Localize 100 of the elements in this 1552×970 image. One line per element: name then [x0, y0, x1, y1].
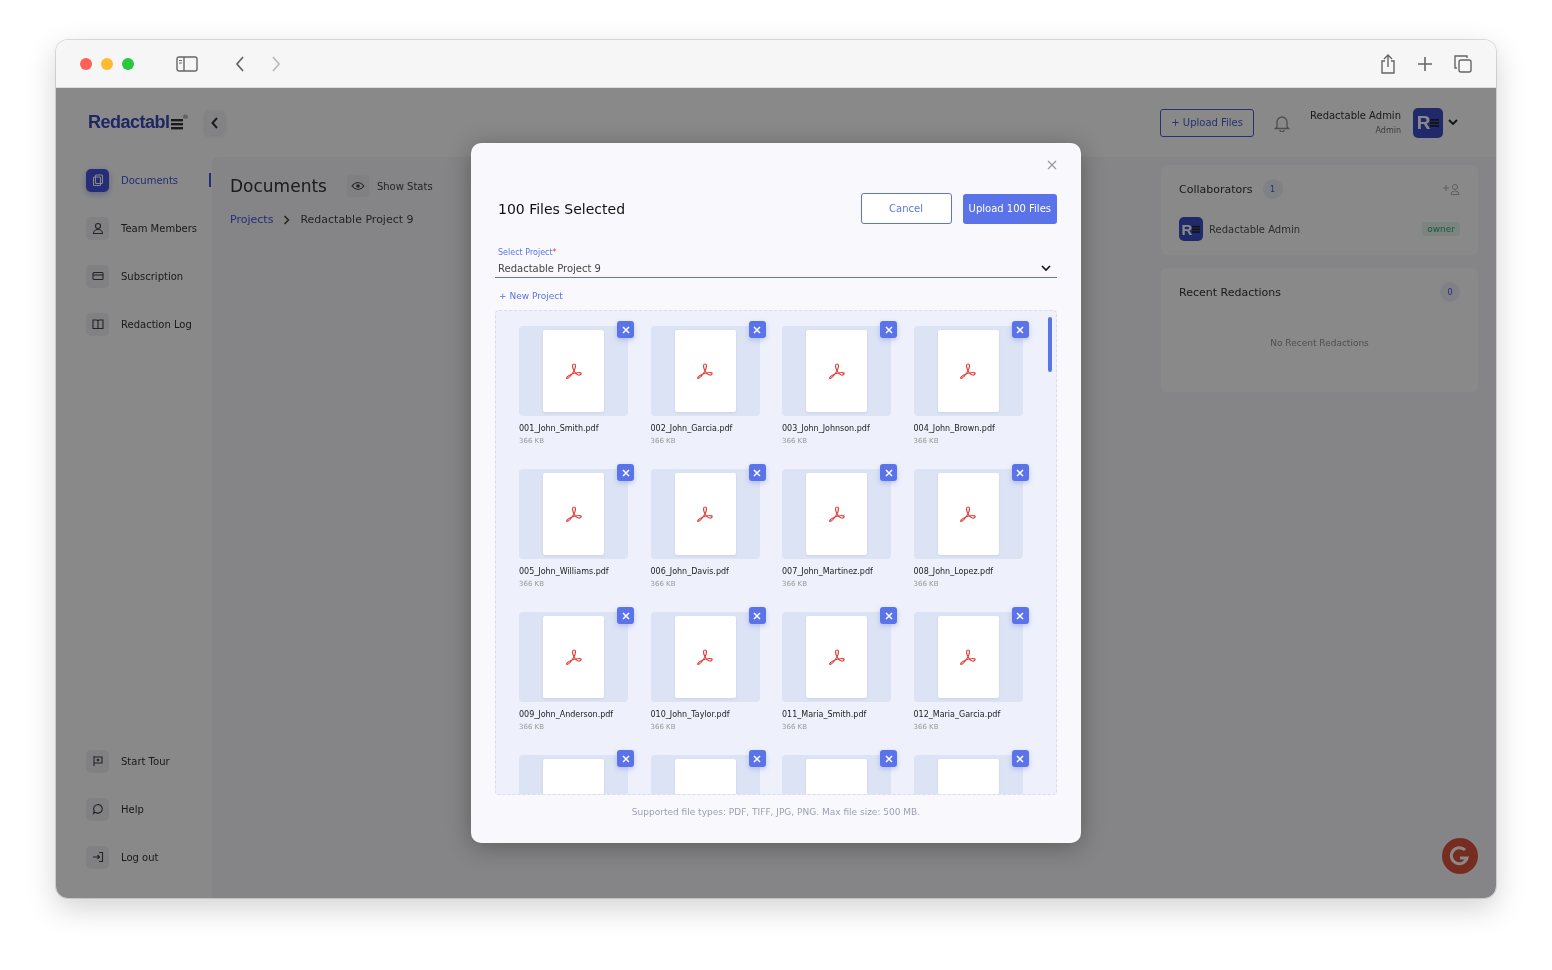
- pdf-icon: [695, 505, 715, 523]
- pdf-icon: [563, 648, 584, 666]
- scrollbar-thumb[interactable]: [1048, 317, 1052, 372]
- count-badge: 1: [1262, 179, 1283, 199]
- x-icon: [753, 325, 761, 334]
- pdf-icon: [958, 362, 978, 380]
- file-name: 010_John_Taylor.pdf: [650, 710, 731, 719]
- file-name: 001_John_Smith.pdf: [519, 424, 600, 433]
- user-role: Admin: [1375, 126, 1401, 135]
- remove-file-button[interactable]: [880, 750, 897, 767]
- file-name: 005_John_Williams.pdf: [519, 567, 610, 576]
- file-name: 006_John_Davis.pdf: [650, 567, 730, 576]
- sidebar-item[interactable]: Redaction Log: [86, 313, 212, 335]
- remove-file-button[interactable]: [1011, 607, 1029, 624]
- flag-icon: [91, 755, 104, 767]
- pdf-icon: [563, 362, 584, 380]
- sidebar-item[interactable]: Log out: [86, 846, 212, 868]
- show-stats-button[interactable]: Show Stats: [346, 175, 433, 197]
- pdf-icon: [958, 648, 978, 666]
- x-icon: [753, 468, 761, 477]
- card-icon: [91, 270, 104, 282]
- back-icon[interactable]: [235, 55, 245, 72]
- project-select[interactable]: Select Project* Redactable Project 9: [495, 248, 1057, 278]
- count-badge: 0: [1440, 282, 1460, 302]
- remove-file-button[interactable]: [617, 464, 634, 481]
- sidebar-item[interactable]: Help: [86, 798, 212, 820]
- eye-icon: [350, 181, 365, 191]
- documents-icon: [91, 174, 104, 186]
- remove-file-button[interactable]: [880, 464, 897, 481]
- sidebar-item[interactable]: Start Tour: [86, 750, 212, 772]
- sidebar-toggle-icon[interactable]: [176, 55, 198, 72]
- file-name: 011_Maria_Smith.pdf: [782, 710, 868, 719]
- remove-file-button[interactable]: [748, 750, 766, 767]
- close-window-button[interactable]: [80, 57, 92, 70]
- share-icon[interactable]: [1380, 53, 1396, 74]
- upload-button[interactable]: Upload 100 Files: [962, 193, 1057, 224]
- chat-icon: [91, 803, 104, 815]
- new-project-link[interactable]: + New Project: [499, 291, 563, 301]
- file-name: 002_John_Garcia.pdf: [650, 424, 734, 433]
- remove-file-button[interactable]: [617, 750, 634, 767]
- pdf-icon: [958, 505, 978, 523]
- member-name: Redactable Admin: [1209, 223, 1300, 235]
- pdf-icon: [826, 362, 847, 380]
- sidebar-item[interactable]: Team Members: [86, 217, 212, 239]
- member-avatar: R: [1179, 217, 1203, 241]
- x-icon: [621, 468, 630, 477]
- x-icon: [1016, 468, 1024, 477]
- x-icon: [884, 611, 893, 620]
- dialog-title: 100 Files Selected: [498, 200, 626, 217]
- logout-icon: [91, 851, 104, 863]
- card-title: Recent Redactions: [1179, 285, 1281, 299]
- notifications-icon[interactable]: [1274, 113, 1290, 132]
- chevron-left-icon: [210, 116, 219, 129]
- person-icon: [91, 222, 104, 234]
- logo-lines-icon: [170, 118, 183, 130]
- remove-file-button[interactable]: [1011, 321, 1029, 338]
- x-icon: [621, 325, 630, 334]
- file-name: 003_John_Johnson.pdf: [782, 424, 871, 433]
- sidebar-item[interactable]: Subscription: [86, 265, 212, 287]
- close-icon[interactable]: [1047, 160, 1057, 170]
- upload-files-button[interactable]: + Upload Files: [1160, 108, 1254, 137]
- new-tab-icon[interactable]: [1417, 55, 1433, 72]
- remove-file-button[interactable]: [880, 321, 897, 338]
- remove-file-button[interactable]: [617, 607, 634, 624]
- caret-icon: [1041, 265, 1051, 272]
- breadcrumb-link[interactable]: Projects: [230, 213, 274, 226]
- x-icon: [1016, 611, 1024, 620]
- collapse-sidebar-button[interactable]: [204, 110, 225, 135]
- file-name: 007_John_Martinez.pdf: [782, 567, 874, 576]
- caret-icon[interactable]: [1448, 119, 1458, 126]
- user-avatar[interactable]: R: [1413, 107, 1443, 138]
- page-title: Documents: [230, 176, 327, 196]
- user-name: Redactable Admin: [1310, 110, 1401, 121]
- remove-file-button[interactable]: [748, 464, 766, 481]
- pdf-icon: [695, 362, 715, 380]
- breadcrumb-separator-icon: [283, 214, 291, 225]
- cancel-button[interactable]: Cancel: [860, 193, 952, 224]
- remove-file-button[interactable]: [1011, 750, 1029, 767]
- remove-file-button[interactable]: [1011, 464, 1029, 481]
- pdf-icon: [826, 505, 847, 523]
- book-icon: [91, 318, 104, 330]
- x-icon: [621, 611, 630, 620]
- file-name: 012_Maria_Garcia.pdf: [913, 710, 1002, 719]
- file-name: 009_John_Anderson.pdf: [519, 710, 615, 719]
- tabs-overview-icon[interactable]: [1454, 54, 1472, 73]
- remove-file-button[interactable]: [748, 607, 766, 624]
- pdf-icon: [826, 648, 847, 666]
- x-icon: [884, 325, 893, 334]
- remove-file-button[interactable]: [880, 607, 897, 624]
- x-icon: [884, 754, 893, 763]
- x-icon: [753, 754, 761, 763]
- x-icon: [884, 468, 893, 477]
- card-title: Collaborators: [1179, 182, 1253, 196]
- pdf-icon: [695, 648, 715, 666]
- help-badge-icon[interactable]: [1442, 838, 1478, 874]
- supported-types-note: Supported file types: PDF, TIFF, JPG, PNG. Max file size: 500 MB.: [631, 807, 921, 817]
- sidebar-item[interactable]: Documents: [86, 169, 212, 191]
- remove-file-button[interactable]: [748, 321, 766, 338]
- x-icon: [621, 754, 630, 763]
- remove-file-button[interactable]: [617, 321, 634, 338]
